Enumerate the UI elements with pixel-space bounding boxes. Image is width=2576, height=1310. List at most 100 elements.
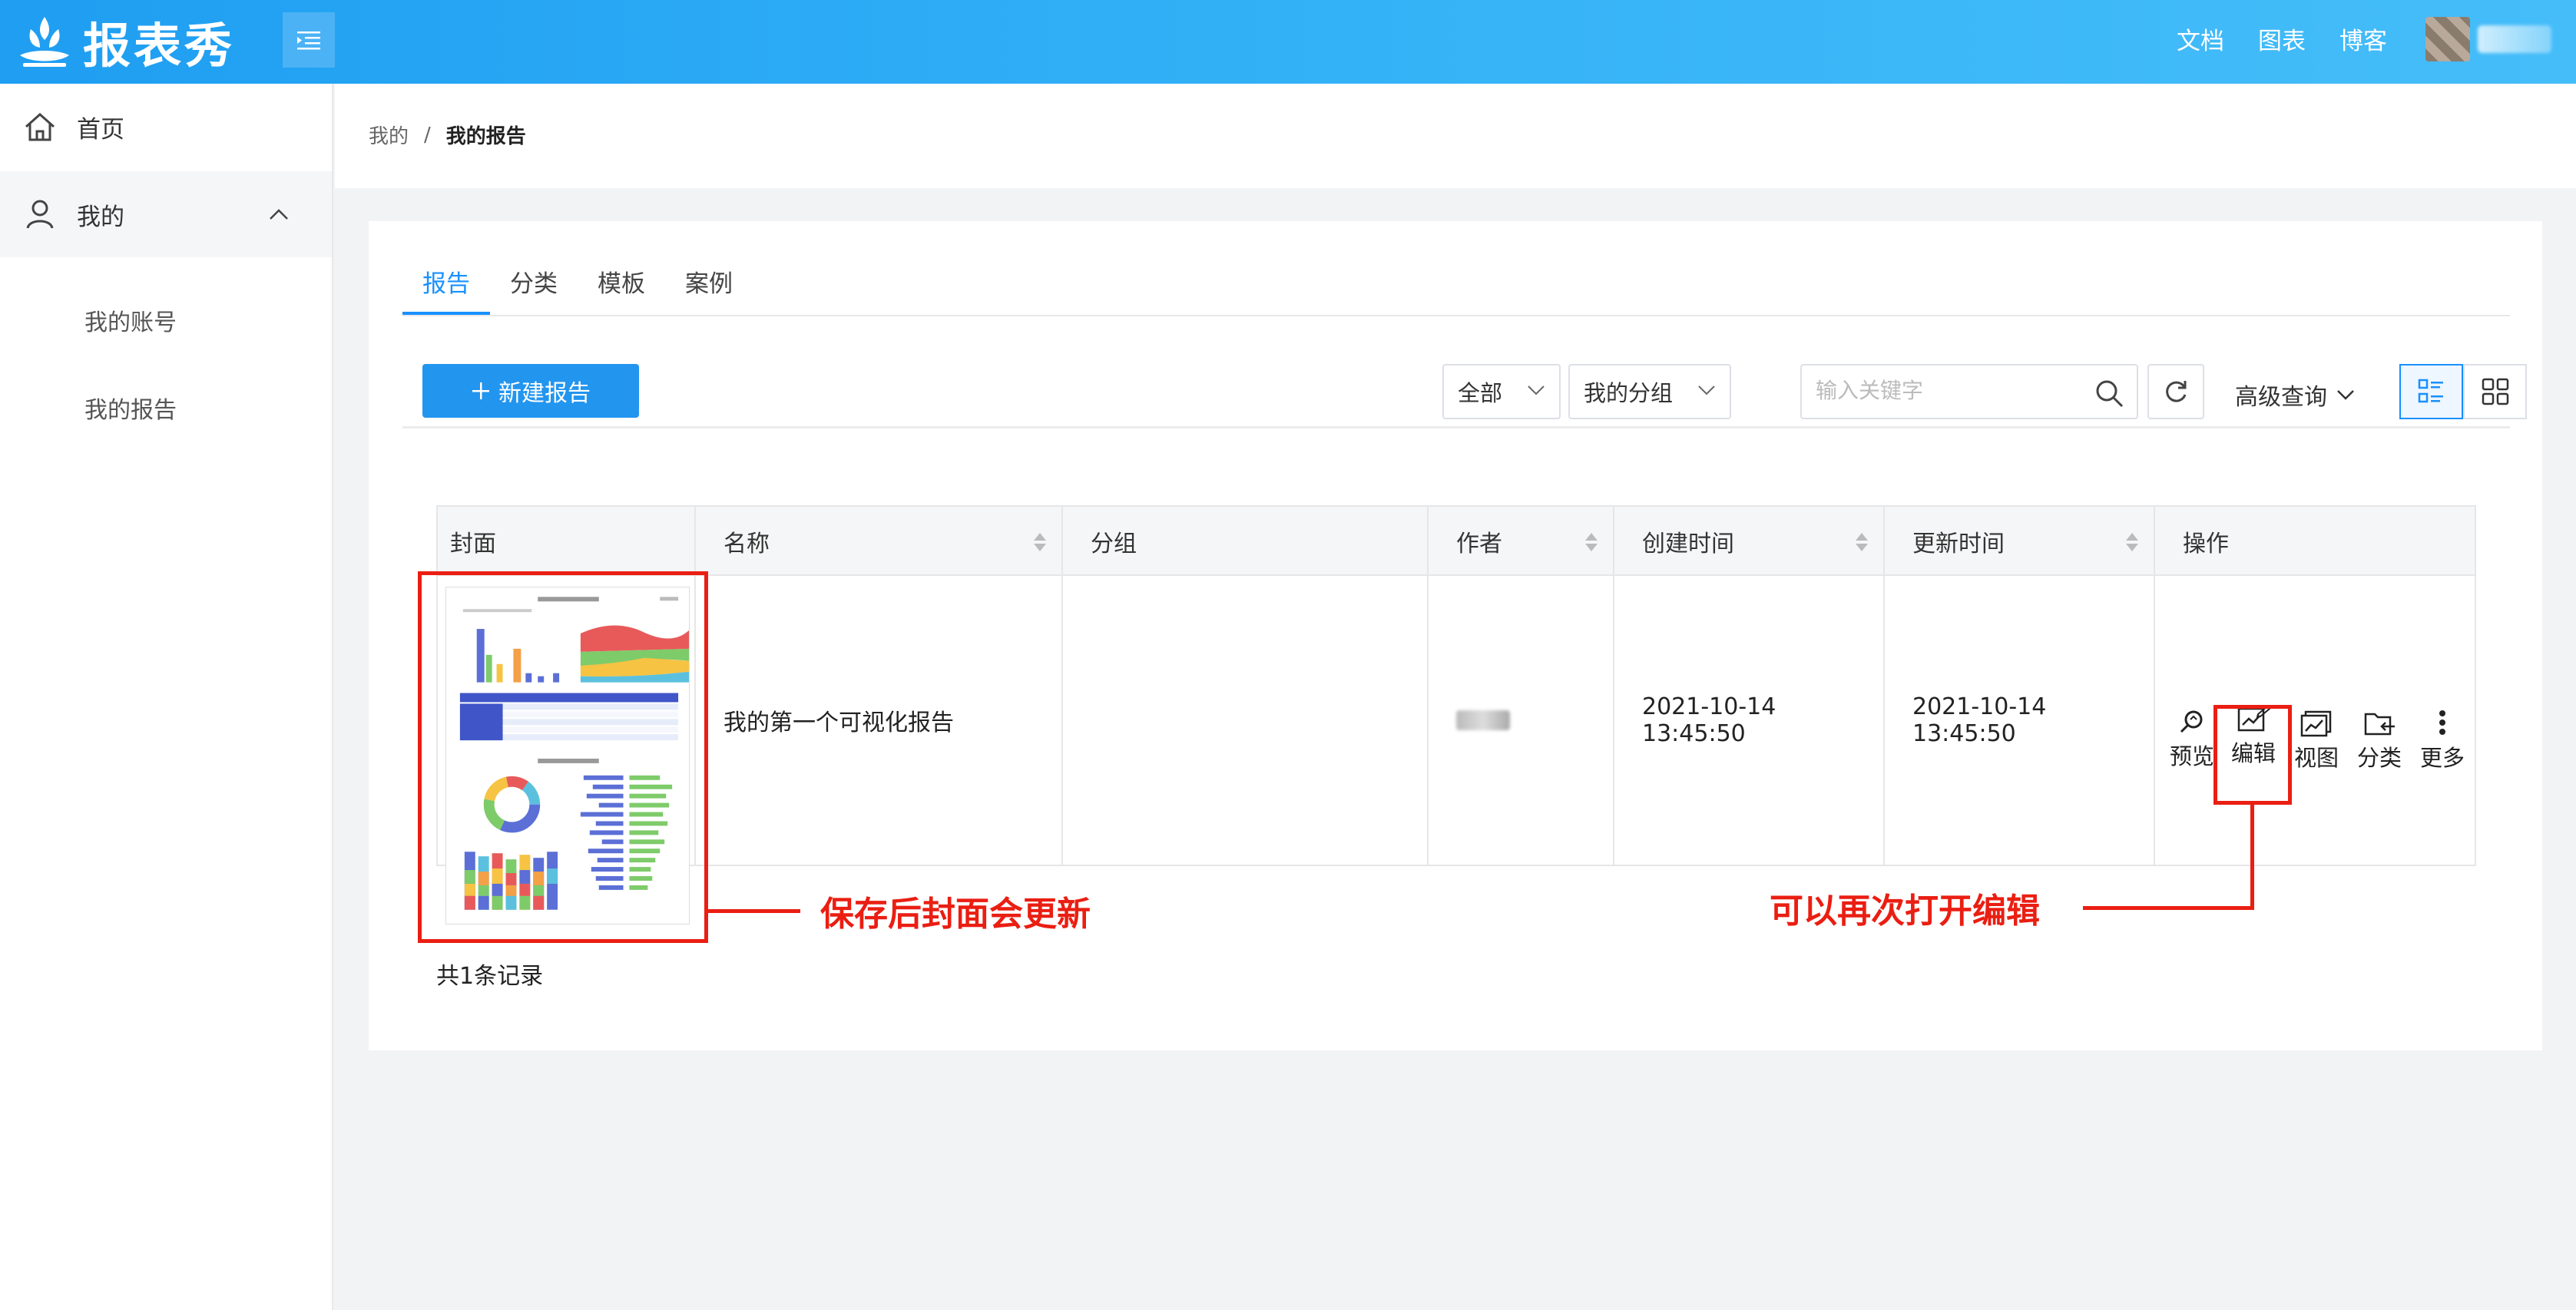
new-report-button[interactable]: 新建报告 bbox=[422, 364, 639, 418]
breadcrumb-current: 我的报告 bbox=[445, 125, 526, 148]
sort-icon[interactable] bbox=[1854, 531, 1869, 553]
cell-author bbox=[1429, 576, 1614, 865]
col-header-group: 分组 bbox=[1063, 507, 1429, 576]
topnav-docs[interactable]: 文档 bbox=[2177, 22, 2224, 56]
more-button[interactable]: 更多 bbox=[2412, 710, 2473, 772]
user-icon bbox=[26, 200, 54, 229]
filter-group-value: 我的分组 bbox=[1584, 380, 1674, 406]
col-header-cover: 封面 bbox=[438, 507, 696, 576]
advanced-query-label: 高级查询 bbox=[2235, 384, 2327, 411]
filter-all-value: 全部 bbox=[1458, 380, 1503, 406]
list-view-icon bbox=[2418, 379, 2443, 403]
col-label: 创建时间 bbox=[1642, 531, 1734, 557]
sort-icon[interactable] bbox=[1032, 531, 1048, 553]
topnav-charts[interactable]: 图表 bbox=[2258, 22, 2306, 56]
col-header-actions: 操作 bbox=[2155, 507, 2475, 576]
tab-bar: 报告 分类 模板 案例 bbox=[402, 256, 2510, 316]
menu-fold-icon bbox=[297, 31, 320, 50]
menu-toggle-button[interactable] bbox=[283, 12, 335, 68]
col-label: 更新时间 bbox=[1912, 531, 2005, 557]
advanced-query-dropdown[interactable]: 高级查询 bbox=[2235, 378, 2355, 412]
col-header-updated[interactable]: 更新时间 bbox=[1885, 507, 2155, 576]
categorize-button[interactable]: 分类 bbox=[2349, 710, 2410, 772]
chevron-up-icon bbox=[270, 209, 288, 220]
total-records: 共1条记录 bbox=[436, 963, 544, 990]
col-header-name[interactable]: 名称 bbox=[696, 507, 1063, 576]
tab-reports[interactable]: 报告 bbox=[402, 256, 490, 315]
home-icon bbox=[25, 112, 55, 141]
refresh-button[interactable] bbox=[2147, 364, 2204, 419]
sidebar: 首页 我的 我的账号 我的报告 bbox=[0, 84, 333, 1310]
cover-callout-text: 保存后封面会更新 bbox=[820, 895, 1091, 934]
cover-callout-line bbox=[708, 909, 800, 913]
cell-actions: 预览 编辑 视图 分类 更多 bbox=[2155, 576, 2475, 865]
grid-view-button[interactable] bbox=[2463, 364, 2527, 419]
cover-highlight-box bbox=[418, 571, 708, 943]
top-nav: 文档 图表 博客 bbox=[2177, 0, 2387, 77]
tab-categories[interactable]: 分类 bbox=[490, 256, 578, 315]
action-group: 预览 编辑 视图 分类 更多 bbox=[2155, 576, 2478, 865]
avatar-image bbox=[2425, 17, 2470, 61]
tab-cases[interactable]: 案例 bbox=[665, 256, 753, 315]
edit-callout-line-horizontal bbox=[2083, 906, 2254, 910]
sidebar-item-my-reports[interactable]: 我的报告 bbox=[84, 391, 177, 425]
grid-view-icon bbox=[2482, 378, 2508, 405]
top-bar: 报表秀 文档 图表 博客 bbox=[0, 0, 2576, 84]
view-toggle bbox=[2399, 364, 2527, 419]
username-blurred bbox=[2478, 25, 2551, 53]
view-label: 视图 bbox=[2293, 745, 2339, 771]
search-box bbox=[1800, 364, 2138, 419]
author-blurred bbox=[1456, 710, 1510, 730]
refresh-icon bbox=[2166, 381, 2187, 402]
chevron-down-icon bbox=[1698, 385, 1715, 395]
breadcrumb-separator: / bbox=[424, 123, 431, 147]
breadcrumb-parent[interactable]: 我的 bbox=[369, 121, 409, 149]
chevron-down-icon bbox=[1528, 385, 1545, 395]
search-icon[interactable] bbox=[2094, 378, 2124, 409]
brand-logo[interactable]: 报表秀 bbox=[15, 6, 235, 77]
sidebar-item-home[interactable]: 首页 bbox=[0, 84, 332, 170]
col-label: 作者 bbox=[1456, 531, 1502, 557]
brand-name: 报表秀 bbox=[83, 18, 236, 74]
sort-icon[interactable] bbox=[1584, 531, 1599, 553]
cell-name[interactable]: 我的第一个可视化报告 bbox=[696, 576, 1063, 865]
user-avatar[interactable] bbox=[2425, 17, 2554, 61]
col-label: 操作 bbox=[2183, 531, 2229, 557]
filter-group-select[interactable]: 我的分组 bbox=[1568, 364, 1731, 419]
topnav-blog[interactable]: 博客 bbox=[2339, 22, 2387, 56]
toolbar: 新建报告 全部 我的分组 高级查询 bbox=[402, 364, 2527, 428]
chevron-down-icon bbox=[2337, 390, 2354, 400]
tab-templates[interactable]: 模板 bbox=[578, 256, 665, 315]
folder-move-icon bbox=[2364, 713, 2395, 736]
search-input[interactable] bbox=[1816, 366, 2077, 415]
col-header-created[interactable]: 创建时间 bbox=[1614, 507, 1885, 576]
more-vertical-icon bbox=[2439, 710, 2445, 735]
filter-all-select[interactable]: 全部 bbox=[1442, 364, 1561, 419]
cell-created: 2021-10-14 13:45:50 bbox=[1614, 576, 1885, 865]
plus-icon bbox=[472, 382, 489, 399]
preview-icon bbox=[2180, 710, 2203, 733]
table-row: 我的第一个可视化报告 2021-10-14 13:45:50 2021-10-1… bbox=[438, 576, 2475, 925]
edit-callout-text: 可以再次打开编辑 bbox=[1770, 892, 2040, 931]
edit-highlight-box bbox=[2213, 705, 2292, 805]
reports-table: 封面 名称 分组 作者 创建时间 更新时间 操作 我的第一个可视化报告 2021… bbox=[436, 505, 2476, 925]
categorize-label: 分类 bbox=[2356, 745, 2402, 771]
logo-icon bbox=[20, 17, 69, 67]
cell-group bbox=[1063, 576, 1429, 865]
created-time: 2021-10-14 13:45:50 bbox=[1642, 693, 1776, 747]
breadcrumb: 我的 / 我的报告 bbox=[369, 121, 526, 149]
col-label: 名称 bbox=[723, 531, 770, 557]
sidebar-item-mine[interactable]: 我的 bbox=[0, 171, 332, 257]
col-header-author[interactable]: 作者 bbox=[1429, 507, 1614, 576]
chart-view-icon bbox=[2300, 710, 2332, 737]
sidebar-home-label: 首页 bbox=[77, 115, 124, 144]
breadcrumb-bar: 我的 / 我的报告 bbox=[335, 84, 2576, 188]
table-header: 封面 名称 分组 作者 创建时间 更新时间 操作 bbox=[438, 507, 2475, 576]
view-button[interactable]: 视图 bbox=[2286, 710, 2347, 772]
cell-updated: 2021-10-14 13:45:50 bbox=[1885, 576, 2155, 865]
list-view-button[interactable] bbox=[2399, 364, 2463, 419]
sidebar-item-my-account[interactable]: 我的账号 bbox=[84, 303, 177, 337]
updated-time: 2021-10-14 13:45:50 bbox=[1912, 693, 2047, 747]
new-report-label: 新建报告 bbox=[498, 380, 591, 407]
sort-icon[interactable] bbox=[2124, 531, 2140, 553]
